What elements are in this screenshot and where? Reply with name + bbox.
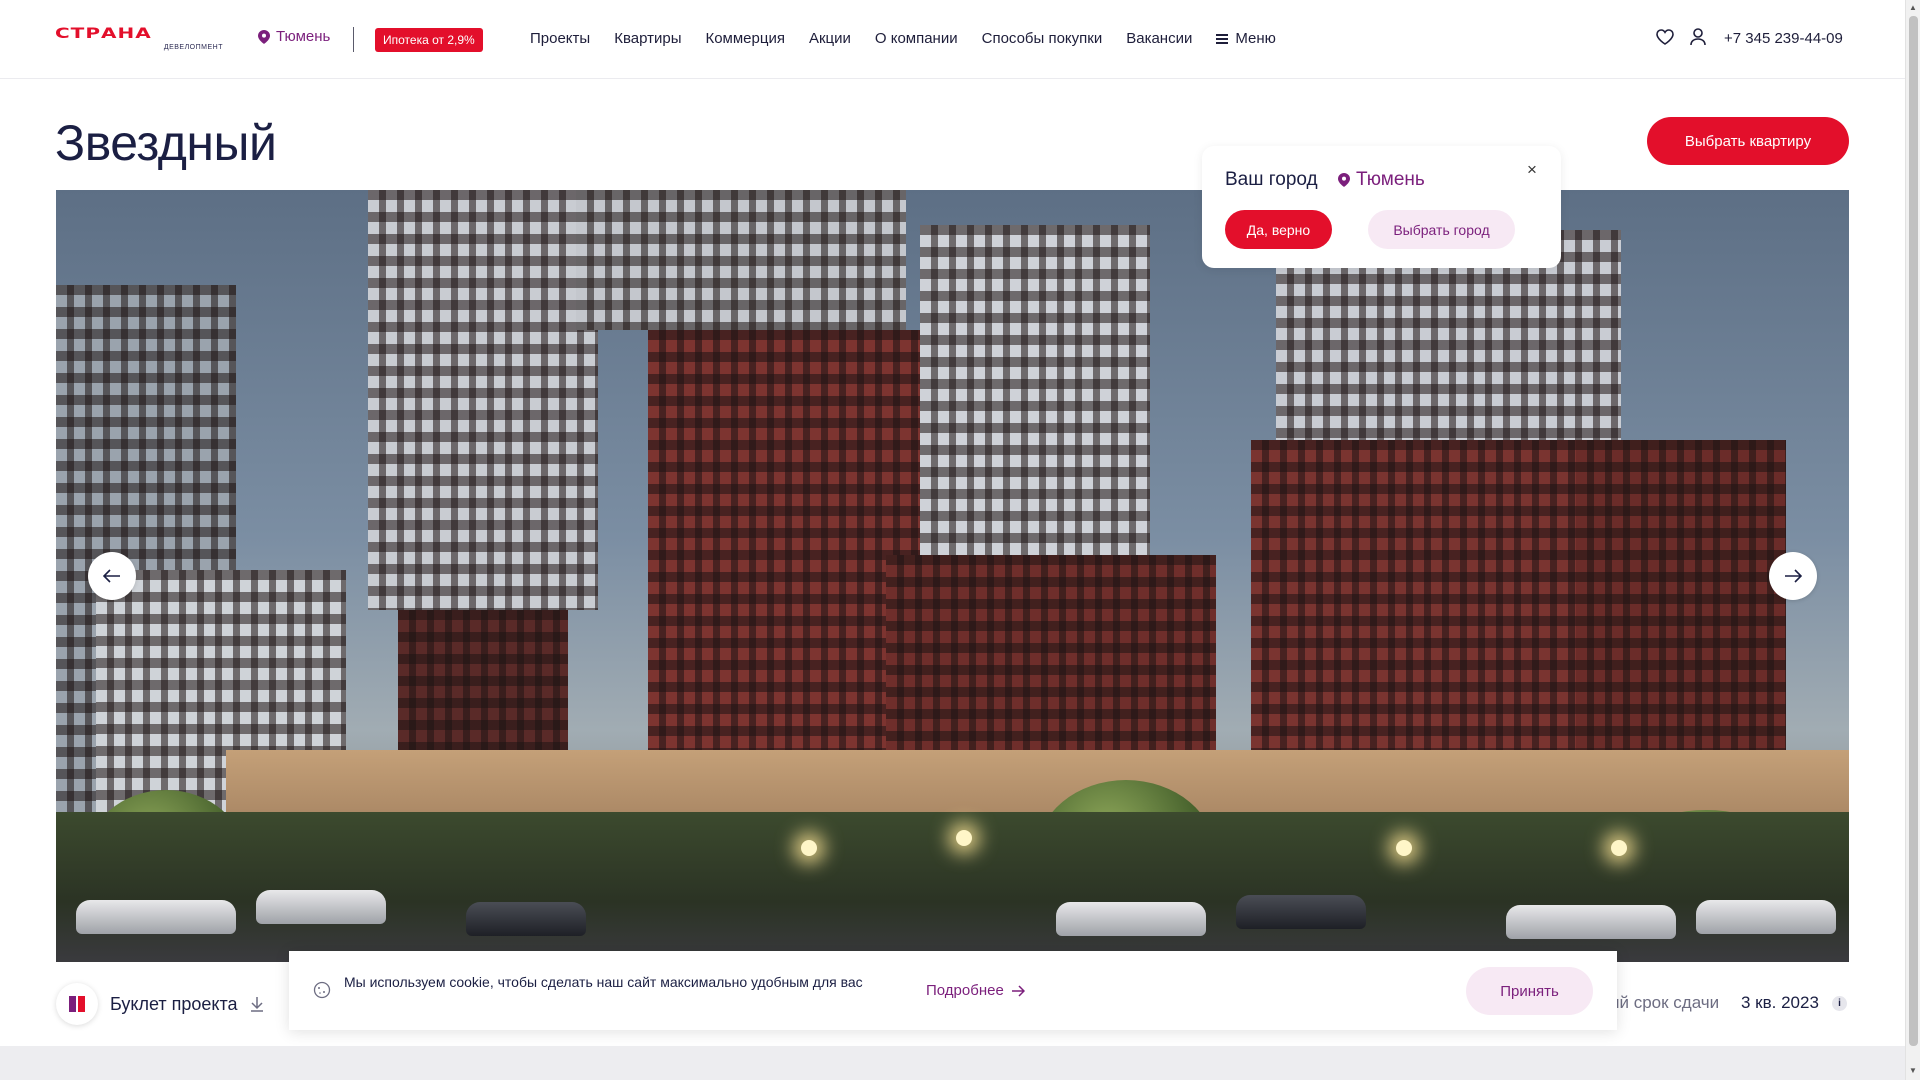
menu-label: Меню [1235,30,1276,47]
phone-number[interactable]: +7 345 239-44-09 [1724,30,1843,47]
parked-car [466,902,586,936]
info-icon[interactable]: i [1832,996,1847,1011]
arrow-right-icon [1011,984,1025,997]
ground-plaza [56,812,1849,962]
city-confirm-popup: Ваш город Тюмень × Да, верно Выбрать гор… [1202,146,1561,268]
tower-3-top [920,225,1150,555]
deadline-value: 3 кв. 2023 [1741,993,1819,1012]
cookie-more-link[interactable]: Подробнее [926,982,1025,999]
street-lamp [1611,840,1627,856]
heart-icon[interactable] [1656,29,1674,45]
accept-cookie-button[interactable]: Принять [1466,967,1593,1015]
scrollbar-thumb[interactable] [1909,16,1918,1046]
scrollbar[interactable]: ▲ ▼ [1905,0,1920,1080]
city-label: Тюмень [276,28,331,45]
menu-button[interactable]: Меню [1216,30,1276,47]
booklet-icon [56,983,98,1025]
cookie-text: Мы используем cookie, чтобы сделать наш … [344,974,863,990]
main-nav: Проекты Квартиры Коммерция Акции О компа… [530,30,1276,47]
hamburger-icon [1216,33,1229,44]
nav-item-vacancies[interactable]: Вакансии [1126,30,1192,47]
parked-car [1236,895,1366,929]
parked-car [256,890,386,924]
confirm-city-button[interactable]: Да, верно [1225,210,1332,249]
parked-car [76,900,236,934]
carousel-prev-button[interactable] [88,552,136,600]
cookie-icon [313,981,331,999]
project-booklet-link[interactable]: Буклет проекта [56,983,264,1025]
location-pin-icon [1338,173,1350,187]
popup-city: Тюмень [1338,169,1425,191]
close-icon[interactable]: × [1527,160,1537,180]
city-selector[interactable]: Тюмень [258,28,330,45]
parked-car [1506,905,1676,939]
street-lamp [956,830,972,846]
cookie-banner: Мы используем cookie, чтобы сделать наш … [289,951,1617,1030]
cookie-more-label: Подробнее [926,982,1004,999]
scroll-down-icon[interactable]: ▼ [1909,1066,1917,1075]
arrow-left-icon [103,569,120,583]
street-lamp [801,840,817,856]
nav-item-apartments[interactable]: Квартиры [614,30,681,47]
nav-item-projects[interactable]: Проекты [530,30,590,47]
booklet-label: Буклет проекта [110,993,238,1014]
popup-question: Ваш город [1225,169,1318,190]
header-divider [353,27,354,52]
bottom-strip [0,1046,1905,1080]
project-render-image [56,190,1849,962]
nav-item-about[interactable]: О компании [875,30,958,47]
header-icons [1656,28,1706,46]
tower-2-top [576,190,906,330]
mortgage-badge[interactable]: Ипотека от 2,9% [375,28,483,52]
logo[interactable]: СТРАНА ДЕВЕЛОПМЕНТ [55,24,225,51]
parked-car [1696,900,1836,934]
logo-subtitle: ДЕВЕЛОПМЕНТ [163,44,223,51]
street-lamp [1396,840,1412,856]
logo-wordmark: СТРАНА [55,24,152,42]
choose-city-button[interactable]: Выбрать город [1368,210,1515,249]
user-icon[interactable] [1690,28,1706,46]
page-title: Звездный [55,115,277,171]
deadline-label: ий срок сдачи [1610,993,1720,1012]
carousel-next-button[interactable] [1769,552,1817,600]
popup-city-label: Тюмень [1356,169,1425,190]
nav-item-purchase-methods[interactable]: Способы покупки [982,30,1103,47]
page: СТРАНА ДЕВЕЛОПМЕНТ Тюмень Ипотека от 2,9… [0,0,1920,1080]
site-header: СТРАНА ДЕВЕЛОПМЕНТ Тюмень Ипотека от 2,9… [0,0,1905,79]
location-pin-icon [258,29,270,44]
arrow-right-icon [1785,569,1802,583]
nav-item-commerce[interactable]: Коммерция [705,30,784,47]
parked-car [1056,902,1206,936]
download-icon [250,997,263,1012]
tower-1-top [368,190,598,610]
nav-item-promotions[interactable]: Акции [809,30,851,47]
scroll-up-icon[interactable]: ▲ [1909,3,1917,12]
choose-apartment-button[interactable]: Выбрать квартиру [1647,117,1849,165]
